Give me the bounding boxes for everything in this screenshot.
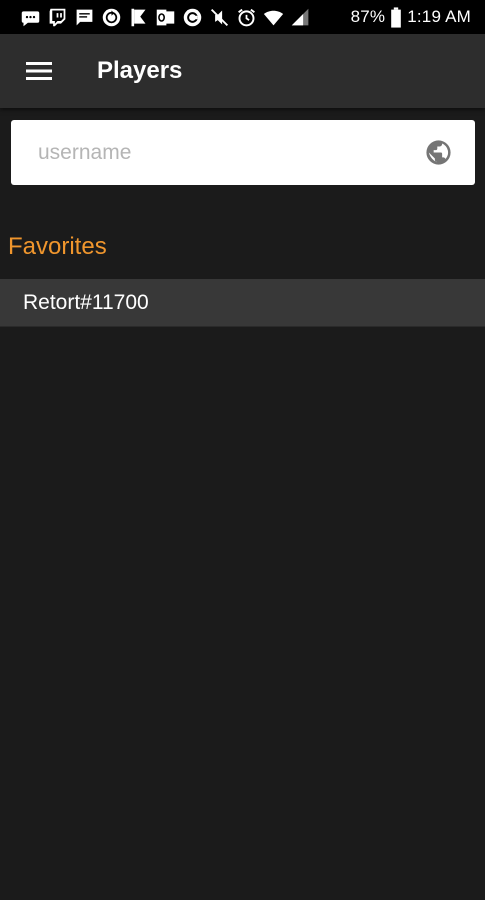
alarm-icon: [236, 7, 257, 28]
username-search-input[interactable]: [38, 140, 423, 165]
wifi-icon: [263, 7, 284, 28]
battery-icon: [389, 6, 403, 28]
favorites-heading: Favorites: [8, 233, 107, 260]
chat-icon: [74, 7, 95, 28]
message-icon: [20, 7, 41, 28]
region-button[interactable]: [423, 138, 453, 168]
page-title: Players: [97, 57, 183, 84]
app-bar: Players: [0, 34, 485, 108]
search-box: [11, 120, 475, 185]
twitch-icon: [47, 7, 68, 28]
hamburger-menu-icon: [26, 62, 52, 80]
battery-percent: 87%: [350, 7, 386, 26]
menu-button[interactable]: [0, 34, 78, 108]
flag-icon: [128, 7, 149, 28]
sync-icon: [101, 7, 122, 28]
clock: 1:19 AM: [407, 7, 471, 26]
globe-icon: [425, 140, 451, 165]
signal-icon: [290, 7, 311, 28]
notification-icons: [20, 7, 311, 28]
app-icon: [182, 7, 203, 28]
outlook-icon: [155, 7, 176, 28]
mute-icon: [209, 7, 230, 28]
status-indicators: 87% 1:19 AM: [350, 6, 471, 28]
favorite-player-item[interactable]: Retort#11700: [0, 279, 485, 327]
status-bar: 87% 1:19 AM: [0, 0, 485, 34]
